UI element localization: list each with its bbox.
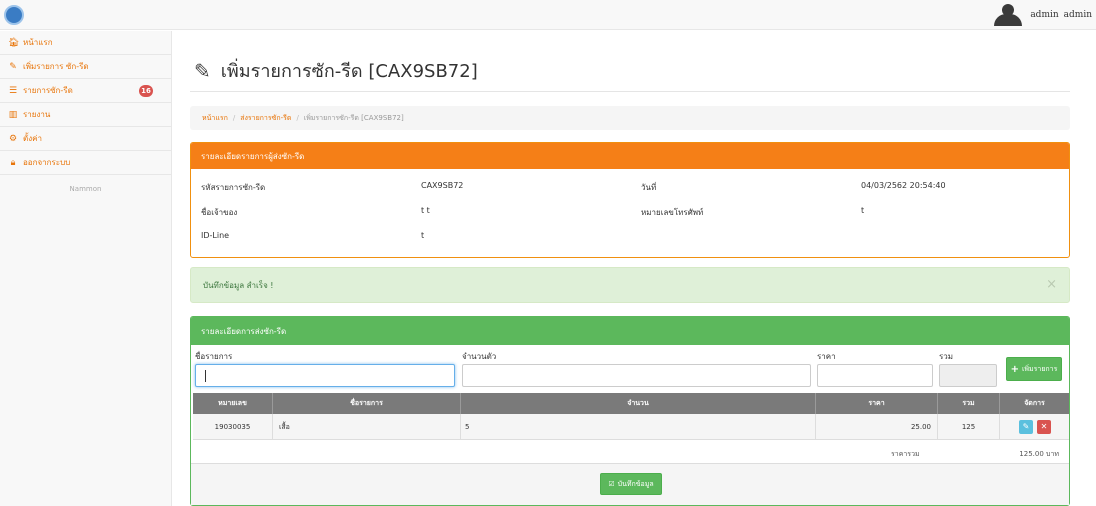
sidebar-item-logout[interactable]: 🔒︎ ออกจากระบบ <box>0 151 171 175</box>
user-role: admin <box>1063 10 1092 20</box>
top-navbar: admin admin <box>0 0 1096 30</box>
user-avatar-icon <box>991 4 1025 26</box>
sidebar-item-label: รายการซัก-รีด <box>23 86 73 95</box>
sidebar: 🏠︎ หน้าแรก ✎ เพิ่มรายการ ซัก-รีด ☰ รายกา… <box>0 31 172 506</box>
breadcrumb: หน้าแรก / ส่งรายการซัก-รีด / เพิ่มรายการ… <box>190 106 1070 130</box>
lock-icon: 🔒︎ <box>10 157 16 168</box>
total-label: รวม <box>939 352 954 361</box>
breadcrumb-list[interactable]: ส่งรายการซัก-รีด <box>240 113 291 124</box>
sum-value: 125.00 บาท <box>1019 450 1059 458</box>
sidebar-item-label: หน้าแรก <box>23 38 53 47</box>
edit-row-button[interactable]: ✎ <box>1019 420 1033 434</box>
customer-info-panel: รายละเอียดรายการผู้ส่งซัก-รีด รหัสรายการ… <box>190 142 1070 258</box>
close-icon: ✕ <box>1040 422 1048 431</box>
sidebar-item-label: ออกจากระบบ <box>23 158 71 167</box>
gear-icon: ⚙ <box>8 133 18 144</box>
column-header-quantity: จำนวน <box>461 393 816 414</box>
user-name: admin <box>1030 10 1059 20</box>
bar-chart-icon: ▥ <box>8 109 18 120</box>
sum-label: ราคารวม <box>891 450 920 458</box>
title-divider <box>190 91 1070 92</box>
sidebar-footer: Nammon <box>69 185 102 193</box>
table-row: 19030035 เสื้อ 5 25.00 125 ✎ ✕ <box>193 414 1069 440</box>
plus-icon: + <box>1010 363 1020 375</box>
breadcrumb-home[interactable]: หน้าแรก <box>202 113 228 124</box>
panel-heading: รายละเอียดการส่งซัก-รีด <box>191 317 1069 345</box>
sidebar-item-label: รายงาน <box>23 110 51 119</box>
sidebar-item-home[interactable]: 🏠︎ หน้าแรก <box>0 31 171 55</box>
column-header-total: รวม <box>938 393 1000 414</box>
user-menu[interactable]: admin admin <box>991 3 1092 27</box>
owner-label: ชื่อเจ้าของ <box>201 208 238 217</box>
cell-price: 25.00 <box>816 414 938 440</box>
success-alert: บันทึกข้อมูล สำเร็จ ! × <box>190 267 1070 303</box>
sidebar-item-label: ตั้งค่า <box>23 134 42 143</box>
add-item-button[interactable]: + เพิ่มรายการ <box>1006 357 1062 381</box>
line-value: t <box>421 231 425 240</box>
alert-message: บันทึกข้อมูล สำเร็จ ! <box>203 280 274 290</box>
item-name-label: ชื่อรายการ <box>195 352 233 361</box>
price-label: ราคา <box>817 352 836 361</box>
page-title-text: เพิ่มรายการซัก-รีด [CAX9SB72] <box>220 61 478 82</box>
phone-value: t <box>861 206 865 215</box>
panel-footer: ☑ บันทึกข้อมูล <box>191 463 1069 505</box>
owner-value: t t <box>421 206 430 215</box>
column-header-item: ชื่อรายการ <box>273 393 461 414</box>
add-item-label: เพิ่มรายการ <box>1022 364 1058 373</box>
quantity-input[interactable] <box>462 364 811 387</box>
sidebar-item-settings[interactable]: ⚙ ตั้งค่า <box>0 127 171 151</box>
date-value: 04/03/2562 20:54:40 <box>861 181 946 190</box>
breadcrumb-current: เพิ่มรายการซัก-รีด [CAX9SB72] <box>303 113 404 122</box>
laundry-detail-panel: รายละเอียดการส่งซัก-รีด ชื่อรายการ จำนวน… <box>190 316 1070 506</box>
breadcrumb-separator: / <box>232 114 236 122</box>
app-logo-icon[interactable] <box>4 5 24 25</box>
column-header-number: หมายเลข <box>193 393 273 414</box>
edit-icon: ✎ <box>194 58 211 83</box>
cell-quantity: 5 <box>461 414 816 440</box>
breadcrumb-separator: / <box>296 114 299 122</box>
panel-heading: รายละเอียดรายการผู้ส่งซัก-รีด <box>191 143 1069 169</box>
count-badge: 16 <box>139 85 153 97</box>
line-label: ID-Line <box>201 231 230 240</box>
page-title: ✎ เพิ่มรายการซัก-รีด [CAX9SB72] <box>194 56 478 85</box>
close-icon[interactable]: × <box>1046 277 1057 292</box>
cell-item-name: เสื้อ <box>273 414 461 440</box>
sidebar-item-report[interactable]: ▥ รายงาน <box>0 103 171 127</box>
home-icon: 🏠︎ <box>8 37 20 48</box>
cell-total: 125 <box>938 414 1000 440</box>
price-input[interactable] <box>817 364 933 387</box>
date-label: วันที่ <box>641 183 657 192</box>
sidebar-item-add-laundry[interactable]: ✎ เพิ่มรายการ ซัก-รีด <box>0 55 171 79</box>
column-header-actions: จัดการ <box>1024 399 1045 407</box>
check-square-icon: ☑ <box>608 480 615 488</box>
order-code-label: รหัสรายการซัก-รีด <box>201 183 266 192</box>
quantity-label: จำนวนตัว <box>462 352 497 361</box>
table-header: หมายเลข ชื่อรายการ จำนวน ราคา รวม จัดการ <box>193 393 1069 414</box>
order-code-value: CAX9SB72 <box>421 181 464 190</box>
sidebar-item-label: เพิ่มรายการ ซัก-รีด <box>23 62 89 71</box>
cell-number: 19030035 <box>193 414 273 440</box>
main-content: ✎ เพิ่มรายการซัก-รีด [CAX9SB72] หน้าแรก … <box>172 31 1096 506</box>
edit-icon: ✎ <box>1022 422 1030 431</box>
list-icon: ☰ <box>8 85 18 96</box>
delete-row-button[interactable]: ✕ <box>1037 420 1051 434</box>
sidebar-item-laundry-list[interactable]: ☰ รายการซัก-รีด 16 <box>0 79 171 103</box>
edit-icon: ✎ <box>9 61 17 72</box>
phone-label: หมายเลขโทรศัพท์ <box>641 208 704 217</box>
column-header-price: ราคา <box>816 393 938 414</box>
save-button[interactable]: ☑ บันทึกข้อมูล <box>600 473 662 495</box>
save-button-label: บันทึกข้อมูล <box>617 479 654 488</box>
total-input <box>939 364 997 387</box>
item-name-input[interactable] <box>195 364 455 387</box>
